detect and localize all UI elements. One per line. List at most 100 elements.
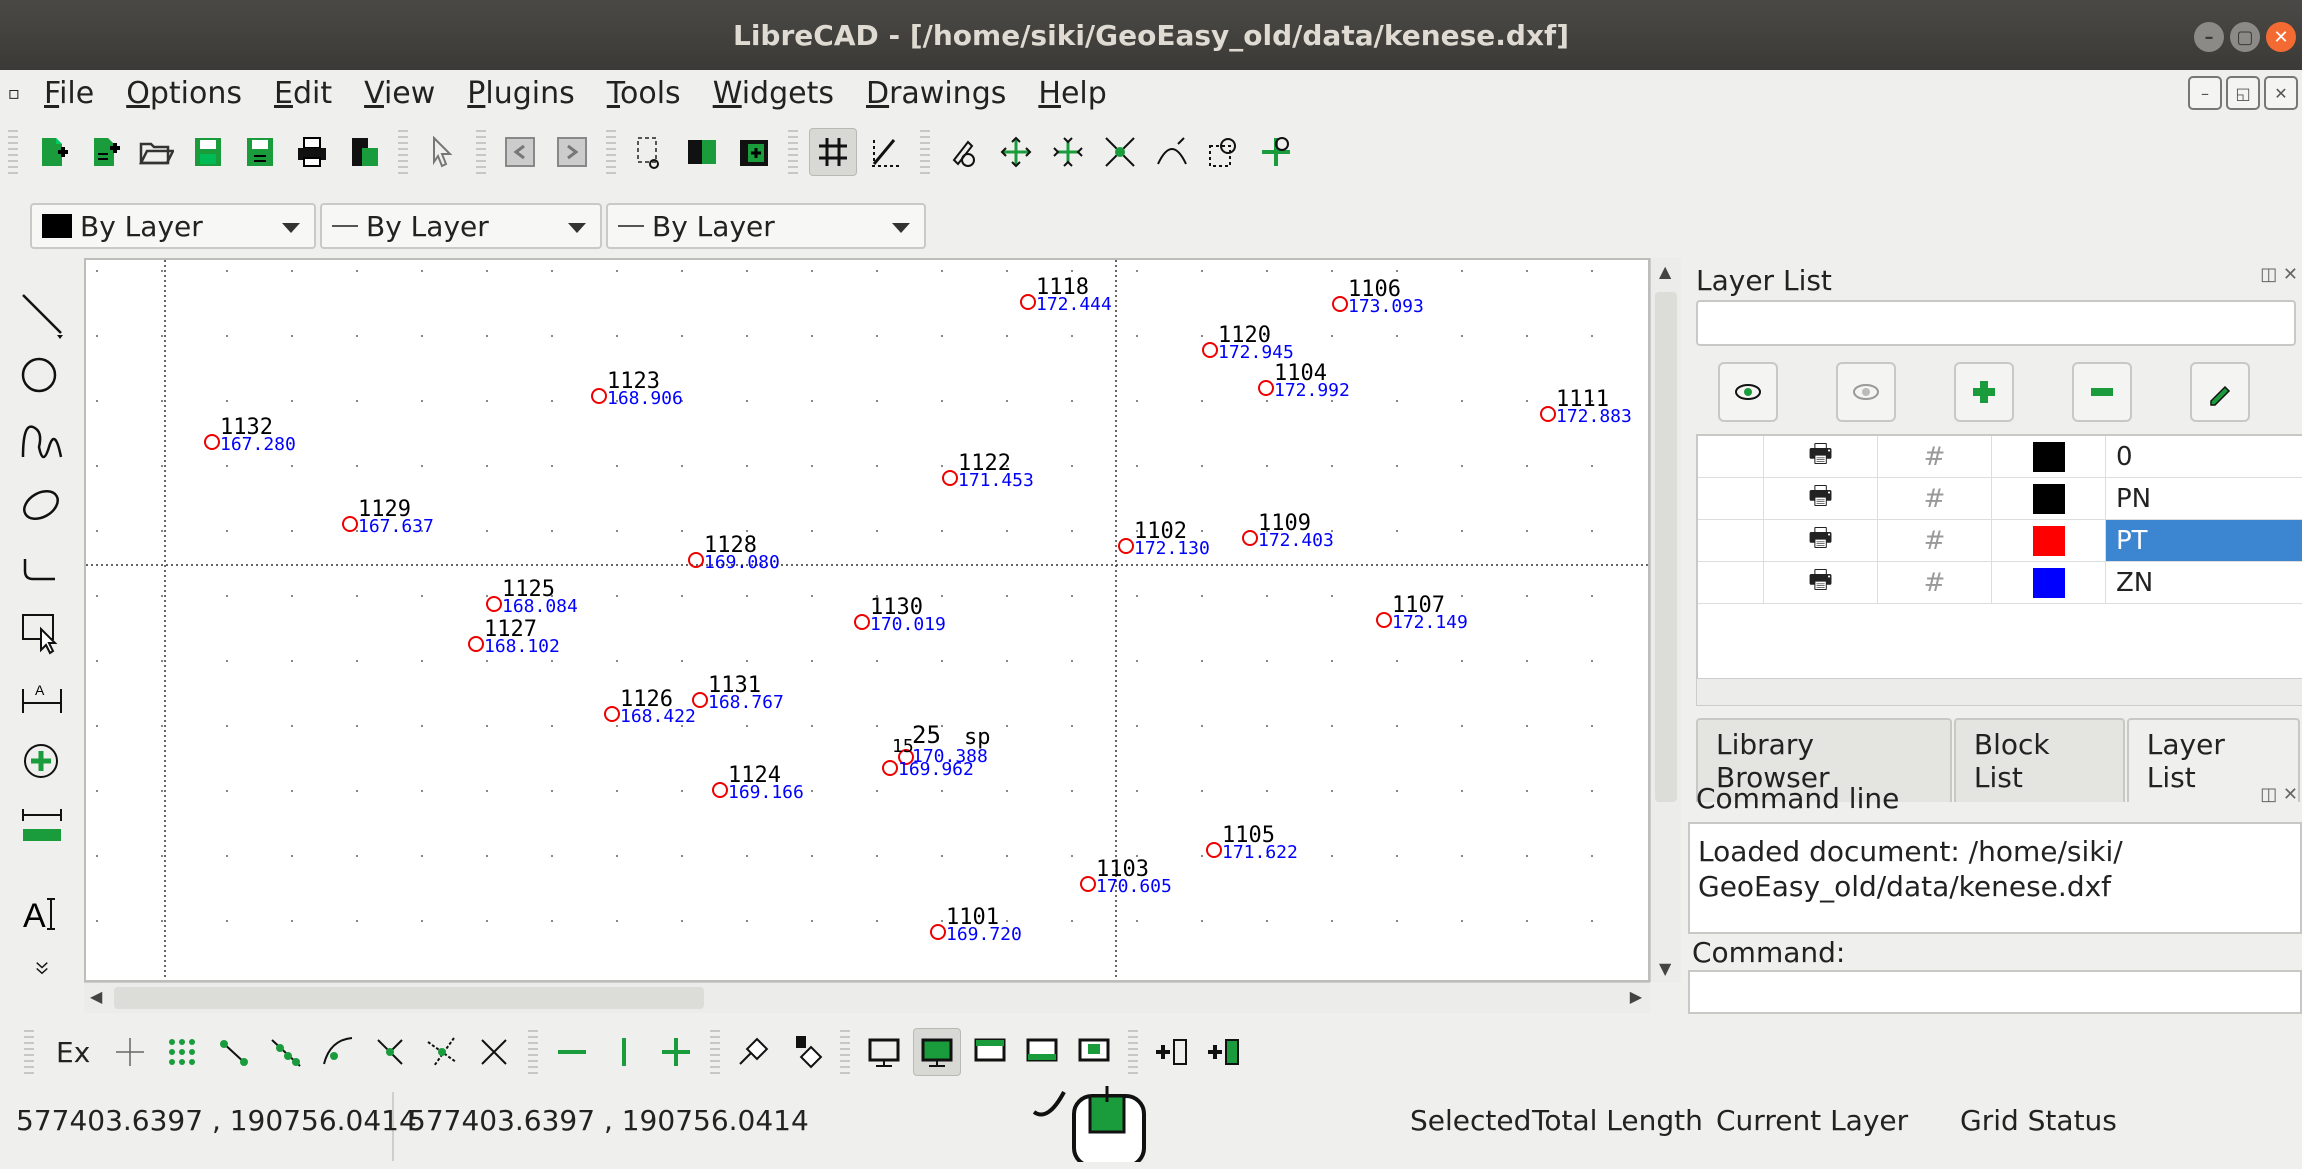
copy-icon[interactable] [679, 129, 725, 175]
snap-endpoint-icon[interactable] [211, 1029, 257, 1075]
mdi-restore-button[interactable]: ◱ [2226, 76, 2260, 110]
pen-width-select[interactable]: By Layer [320, 203, 602, 249]
scroll-right-icon[interactable]: ▶ [1630, 987, 1642, 1006]
tab-block-list[interactable]: Block List [1953, 718, 2125, 802]
toolbar-handle[interactable] [8, 130, 18, 174]
view-screen-5-icon[interactable] [1071, 1029, 1117, 1075]
printer-icon[interactable]: 🖶 [1764, 562, 1878, 603]
menu-drawings[interactable]: Drawings [850, 76, 1022, 111]
command-input[interactable] [1688, 970, 2302, 1014]
scrollbar-thumb[interactable] [114, 987, 704, 1009]
draft-mode-icon[interactable] [863, 129, 909, 175]
relative-zero-icon[interactable] [731, 1029, 777, 1075]
dock-float-icon[interactable]: ◫ ✕ [2260, 264, 2298, 285]
snap-grid-icon[interactable] [159, 1029, 205, 1075]
select-pointer-icon[interactable] [419, 129, 465, 175]
layer-row[interactable]: 🖶 # ZN [1698, 562, 2302, 604]
snap-on-entity-icon[interactable] [263, 1029, 309, 1075]
printer-icon[interactable]: 🖶 [1764, 478, 1878, 519]
zoom-pan-icon[interactable] [1253, 129, 1299, 175]
view-screen-1-icon[interactable] [861, 1029, 907, 1075]
snap-exclusive-button[interactable]: Ex [42, 1036, 104, 1069]
menu-plugins[interactable]: Plugins [451, 76, 590, 111]
menu-widgets[interactable]: Widgets [697, 76, 850, 111]
select-tool-icon[interactable] [0, 602, 84, 666]
canvas-horizontal-scrollbar[interactable]: ◀ ▶ [84, 982, 1650, 1013]
menu-options[interactable]: Options [110, 76, 258, 111]
hide-all-layers-button[interactable] [1836, 362, 1896, 422]
zoom-window-icon[interactable] [1201, 129, 1247, 175]
zoom-auto-icon[interactable] [1097, 129, 1143, 175]
printer-icon[interactable]: 🖶 [1764, 520, 1878, 561]
polyline-tool-icon[interactable] [0, 538, 84, 602]
zoom-in-icon[interactable] [993, 129, 1039, 175]
lock-grid-icon[interactable]: # [1878, 436, 1992, 477]
scrollbar-thumb[interactable] [1655, 292, 1677, 802]
scroll-left-icon[interactable]: ◀ [90, 987, 102, 1006]
restrict-vertical-icon[interactable] [601, 1029, 647, 1075]
cut-icon[interactable] [627, 129, 673, 175]
remove-layer-button[interactable] [2072, 362, 2132, 422]
save-as-icon[interactable] [237, 129, 283, 175]
text-tool-icon[interactable]: A [0, 882, 84, 946]
create-block-icon[interactable] [1201, 1029, 1247, 1075]
add-layer-button[interactable] [1954, 362, 2014, 422]
toolbar-handle[interactable] [24, 1030, 34, 1074]
grid-toggle-icon[interactable] [809, 128, 857, 176]
zoom-previous-icon[interactable] [1149, 129, 1195, 175]
dimension-tool-icon[interactable]: A [0, 666, 84, 730]
new-file-icon[interactable] [29, 129, 75, 175]
modify-tool-icon[interactable] [0, 730, 84, 794]
view-screen-2-icon[interactable] [913, 1028, 962, 1076]
open-folder-icon[interactable] [133, 129, 179, 175]
close-button[interactable]: ✕ [2266, 22, 2296, 52]
layer-row[interactable]: 🖶 # 0 [1698, 436, 2302, 478]
snap-middle-icon[interactable] [367, 1029, 413, 1075]
zoom-out-icon[interactable] [1045, 129, 1091, 175]
snap-distance-icon[interactable] [419, 1029, 465, 1075]
print-preview-icon[interactable] [341, 129, 387, 175]
more-tools-icon[interactable] [0, 946, 84, 990]
insert-block-icon[interactable] [1149, 1029, 1195, 1075]
paste-icon[interactable] [731, 129, 777, 175]
printer-icon[interactable]: 🖶 [1764, 436, 1878, 477]
line-tool-icon[interactable] [0, 282, 84, 346]
snap-center-icon[interactable] [315, 1029, 361, 1075]
pen-color-select[interactable]: By Layer [30, 203, 316, 249]
drawing-canvas[interactable]: 1118 172.444 1106 173.093 1120 172.945 1104 172… [84, 258, 1650, 982]
mdi-minimize-button[interactable]: – [2188, 76, 2222, 110]
ellipse-tool-icon[interactable] [0, 474, 84, 538]
lock-grid-icon[interactable]: # [1878, 520, 1992, 561]
snap-free-icon[interactable] [107, 1029, 153, 1075]
menu-help[interactable]: Help [1022, 76, 1122, 111]
dock-float-icon[interactable]: ◫ ✕ [2260, 784, 2298, 805]
undo-icon[interactable] [497, 129, 543, 175]
mdi-close-button[interactable]: ✕ [2264, 76, 2298, 110]
lock-grid-icon[interactable]: # [1878, 562, 1992, 603]
redo-icon[interactable] [549, 129, 595, 175]
new-template-icon[interactable] [81, 129, 127, 175]
show-all-layers-button[interactable] [1718, 362, 1778, 422]
print-icon[interactable] [289, 129, 335, 175]
menu-edit[interactable]: Edit [258, 76, 348, 111]
maximize-button[interactable]: ▢ [2230, 22, 2260, 52]
view-screen-3-icon[interactable] [967, 1029, 1013, 1075]
lock-relative-zero-icon[interactable] [783, 1029, 829, 1075]
view-screen-4-icon[interactable] [1019, 1029, 1065, 1075]
snap-intersection-icon[interactable] [471, 1029, 517, 1075]
menu-view[interactable]: View [348, 76, 451, 111]
layer-table-scrollbar[interactable] [1696, 678, 2302, 706]
circle-tool-icon[interactable] [0, 346, 84, 410]
redraw-icon[interactable] [941, 129, 987, 175]
menu-tools[interactable]: Tools [591, 76, 697, 111]
edit-layer-button[interactable] [2190, 362, 2250, 422]
toolbar-handle[interactable] [0, 258, 84, 282]
menu-file[interactable]: File [28, 76, 110, 111]
pen-linetype-select[interactable]: By Layer [606, 203, 926, 249]
layer-row[interactable]: 🖶 # PT [1698, 520, 2302, 562]
minimize-button[interactable]: – [2194, 22, 2224, 52]
restrict-horizontal-icon[interactable] [549, 1029, 595, 1075]
restrict-orthogonal-icon[interactable] [653, 1029, 699, 1075]
layer-filter-input[interactable] [1696, 300, 2296, 346]
canvas-vertical-scrollbar[interactable]: ▲ ▼ [1650, 258, 1681, 982]
